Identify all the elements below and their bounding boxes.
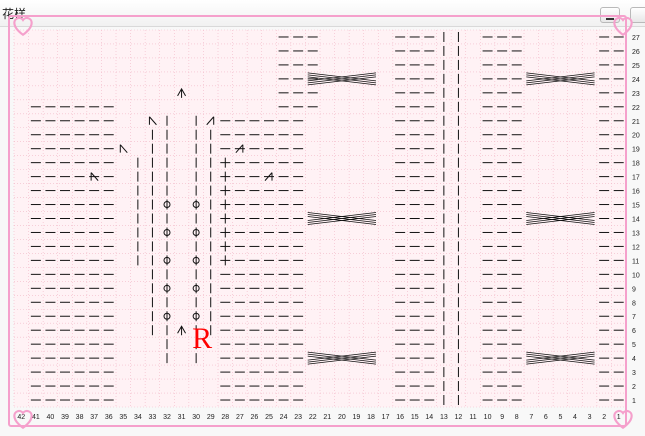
row-number-label: 2: [632, 384, 636, 391]
row-number-label: 20: [632, 133, 640, 140]
row-number-label: 5: [632, 342, 636, 349]
row-number-label: 15: [632, 203, 640, 210]
heart-icon: [613, 16, 633, 37]
row-number-label: 25: [632, 63, 640, 70]
row-number-label: 7: [632, 314, 636, 321]
row-number-label: 3: [632, 370, 636, 377]
row-number-label: 10: [632, 272, 640, 279]
row-number-label: 4: [632, 356, 636, 363]
row-number-label: 21: [632, 119, 640, 126]
row-number-label: 19: [632, 147, 640, 154]
row-number-label: 9: [632, 286, 636, 293]
row-number-label: 8: [632, 300, 636, 307]
row-number-label: 17: [632, 175, 640, 182]
chart-frame: [8, 15, 627, 427]
row-number-label: 22: [632, 105, 640, 112]
row-number-label: 13: [632, 230, 640, 237]
row-number-label: 1: [632, 398, 636, 405]
row-number-label: 6: [632, 328, 636, 335]
row-number-label: 23: [632, 91, 640, 98]
pattern-window: 花样 1 2 3 4 5 6 7 8 9 10 11 12 13 14 15 16 17 18 19 20 21 22 23…: [0, 0, 645, 436]
heart-icon: [13, 409, 33, 430]
heart-icon: [13, 16, 33, 37]
row-number-ruler: 1234567891011121314151617181920212223242…: [632, 35, 640, 405]
row-number-label: 11: [632, 258, 639, 265]
row-number-label: 16: [632, 189, 640, 196]
row-number-label: 18: [632, 161, 640, 168]
row-number-label: 14: [632, 217, 640, 224]
row-number-label: 26: [632, 49, 640, 56]
heart-icon: [613, 409, 633, 430]
row-number-label: 24: [632, 77, 640, 84]
row-number-label: 12: [632, 244, 640, 251]
